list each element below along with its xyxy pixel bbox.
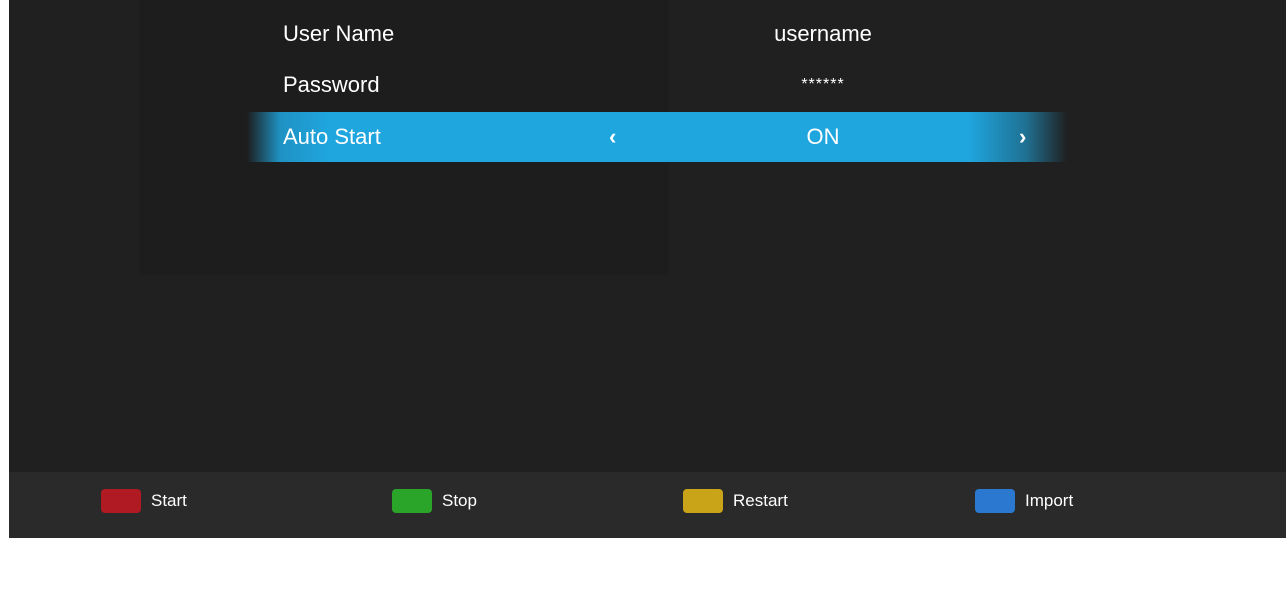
auto-start-value: ON (806, 124, 840, 149)
stop-button[interactable]: Stop (392, 487, 477, 515)
footer-bar: Start Stop Restart Import (9, 472, 1286, 538)
setting-label: Auto Start (283, 124, 381, 149)
start-button[interactable]: Start (101, 487, 187, 515)
password-value: ****** (801, 76, 845, 93)
setting-label: Password (283, 72, 380, 97)
setting-row-password[interactable]: Password ****** (283, 60, 1043, 110)
red-key-icon (101, 489, 141, 513)
blue-key-icon (975, 489, 1015, 513)
chevron-right-icon[interactable]: › (1019, 124, 1026, 150)
restart-label: Restart (733, 491, 788, 510)
tv-screen: User Name username Password ****** Auto … (9, 0, 1286, 538)
setting-value: username (603, 21, 1043, 47)
import-label: Import (1025, 491, 1074, 510)
user-name-value: username (774, 21, 872, 46)
stop-label: Stop (442, 491, 477, 510)
start-label: Start (151, 491, 187, 510)
import-button[interactable]: Import (975, 487, 1073, 515)
setting-label: User Name (283, 21, 395, 46)
setting-row-user-name[interactable]: User Name username (283, 9, 1043, 59)
setting-value: ****** (603, 76, 1043, 94)
yellow-key-icon (683, 489, 723, 513)
setting-row-auto-start[interactable]: Auto Start ‹ ON › (247, 112, 1067, 162)
restart-button[interactable]: Restart (683, 487, 788, 515)
setting-value: ON (603, 124, 1043, 150)
green-key-icon (392, 489, 432, 513)
